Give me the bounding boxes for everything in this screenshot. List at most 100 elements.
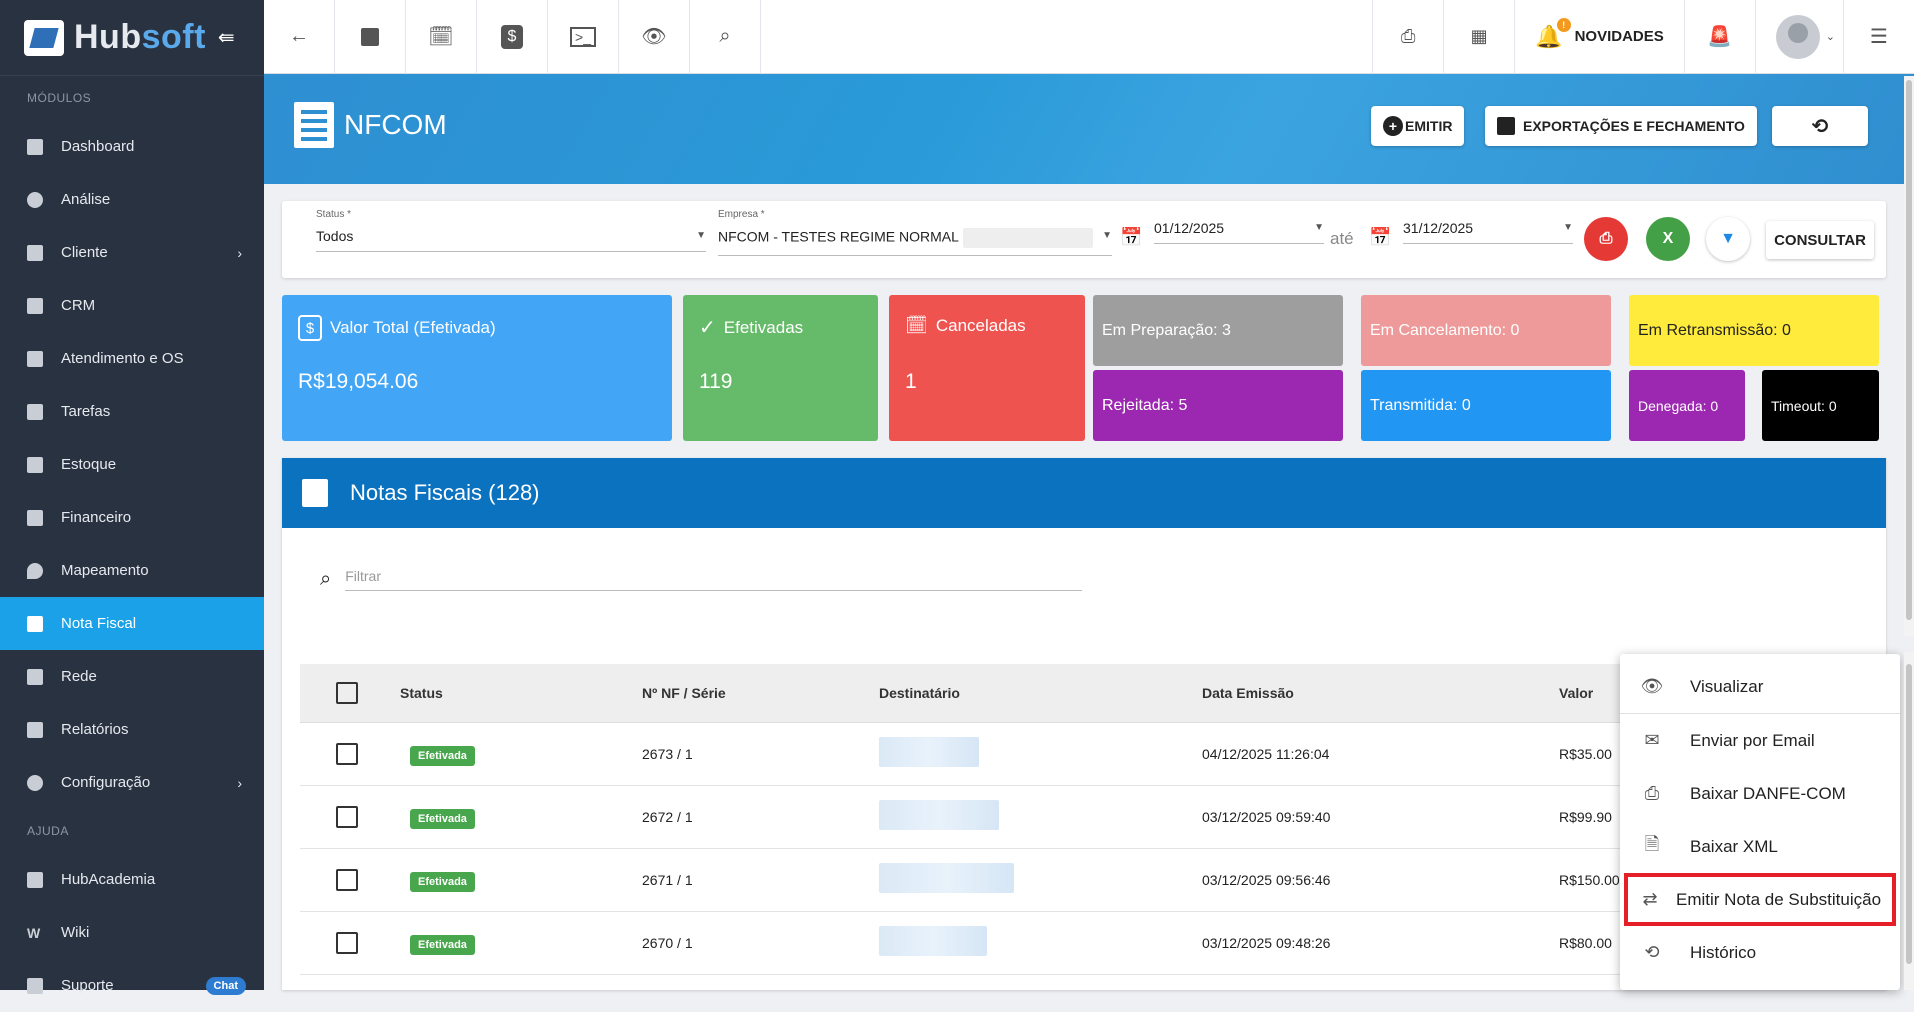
export-pdf-button[interactable]: ⎙	[1584, 217, 1628, 261]
plus-circle-icon: +	[1383, 116, 1403, 136]
back-button[interactable]: ←	[264, 0, 335, 74]
sidebar-item-financeiro[interactable]: Financeiro	[0, 491, 264, 544]
sidebar-item-analise[interactable]: Análise	[0, 173, 264, 226]
pdf-button[interactable]: ⎙	[1372, 0, 1443, 74]
terminal-button[interactable]: >_	[548, 0, 619, 74]
hubsoft-logo-icon	[24, 19, 64, 56]
table-header-row: Status Nº NF / Série Destinatário Data E…	[300, 664, 1800, 723]
row-actions-menu: 👁 Visualizar ✉ Enviar por Email ⎙ Baixar DA…	[1620, 654, 1900, 990]
nf-cell: 2671 / 1	[642, 848, 879, 912]
page-title-group: NFCOM	[294, 102, 447, 148]
section-help: AJUDA	[27, 824, 69, 838]
caret-down-icon: ▼	[696, 230, 706, 241]
export-excel-button[interactable]: X	[1646, 217, 1690, 261]
menu-item-visualizar[interactable]: 👁 Visualizar	[1620, 660, 1900, 713]
excel-icon: X	[1662, 230, 1674, 247]
row-checkbox[interactable]	[336, 868, 358, 891]
tasks-icon	[27, 403, 43, 420]
table-row[interactable]: Efetivada 2670 / 1 03/12/2025 09:48:26 R…	[300, 911, 1800, 975]
chat-badge[interactable]: Chat	[205, 976, 246, 995]
efetivadas-value: 119	[699, 370, 733, 393]
col-nf[interactable]: Nº NF / Série	[642, 664, 879, 723]
row-checkbox[interactable]	[336, 805, 358, 828]
date-to-value: 31/12/2025	[1403, 220, 1474, 236]
sidebar-item-crm[interactable]: CRM	[0, 279, 264, 332]
user-menu[interactable]: ⌄	[1754, 0, 1843, 74]
table-row[interactable]: Efetivada 2672 / 1 03/12/2025 09:59:40 R…	[300, 785, 1800, 849]
card-transmitida: Transmitida: 0	[1361, 370, 1611, 441]
sidebar-item-relatorios[interactable]: Relatórios	[0, 703, 264, 756]
table-row[interactable]: Efetivada 2673 / 1 04/12/2025 11:26:04 R…	[300, 722, 1800, 786]
sidebar-item-nota-fiscal[interactable]: Nota Fiscal	[0, 597, 264, 650]
filter-input[interactable]: Filtrar	[345, 568, 1083, 591]
menu-item-enviar-email[interactable]: ✉ Enviar por Email	[1620, 714, 1900, 767]
empresa-label: Empresa *	[718, 209, 765, 220]
sidebar-item-cliente[interactable]: Cliente ›	[0, 226, 264, 279]
search-button[interactable]: ⌕	[690, 0, 761, 74]
pdf-icon: ⎙	[1400, 26, 1416, 46]
col-status[interactable]: Status	[400, 664, 642, 723]
building-button[interactable]: ▦	[1443, 0, 1514, 74]
col-destinatario[interactable]: Destinatário	[879, 664, 1202, 723]
date-to-input[interactable]: 31/12/2025 ▼	[1403, 209, 1573, 244]
archive-icon	[1497, 117, 1515, 135]
sidebar-item-tarefas[interactable]: Tarefas	[0, 385, 264, 438]
sidebar-item-estoque[interactable]: Estoque	[0, 438, 264, 491]
ate-label: até	[1330, 229, 1354, 248]
alarm-button[interactable]: 🚨	[1683, 0, 1755, 74]
card-timeout: Timeout: 0	[1762, 370, 1879, 441]
sidebar-item-dashboard[interactable]: Dashboard	[0, 120, 264, 173]
collapse-menu-icon[interactable]: ⇚	[218, 25, 235, 50]
finance-button[interactable]: $	[477, 0, 548, 74]
row-checkbox[interactable]	[336, 931, 358, 954]
calendar-clock-icon	[27, 350, 43, 367]
sidebar-item-mapeamento[interactable]: Mapeamento	[0, 544, 264, 597]
sidebar-item-atendimento[interactable]: Atendimento e OS	[0, 332, 264, 385]
menu-item-emitir-substituicao[interactable]: ⇄ Emitir Nota de Substituição	[1624, 873, 1896, 926]
history-button[interactable]: ⟲	[1772, 106, 1868, 146]
notification-badge: !	[1556, 17, 1571, 32]
sidebar-item-suporte[interactable]: Suporte Chat	[0, 959, 264, 1012]
select-all-checkbox[interactable]	[336, 681, 358, 704]
scrollbar-thumb[interactable]	[1906, 664, 1912, 964]
filter-button[interactable]: ▼	[1706, 217, 1750, 261]
emitir-button[interactable]: + EMITIR	[1371, 106, 1465, 146]
menu-item-historico[interactable]: ⟲ Histórico	[1620, 926, 1900, 979]
schedule-button[interactable]: 🗓	[406, 0, 477, 74]
menu-item-baixar-xml[interactable]: 🗎 Baixar XML	[1620, 820, 1900, 873]
chevron-right-icon: ›	[237, 774, 242, 791]
sidebar-item-wiki[interactable]: W Wiki	[0, 906, 264, 959]
menu-button[interactable]: ☰	[1843, 0, 1914, 74]
bell-icon: 🔔!	[1535, 17, 1571, 50]
sidebar-item-rede[interactable]: Rede	[0, 650, 264, 703]
view-button[interactable]: 👁	[619, 0, 690, 74]
consultar-button[interactable]: CONSULTAR	[1766, 221, 1874, 259]
col-data[interactable]: Data Emissão	[1202, 664, 1559, 723]
history-icon: ⟲	[1811, 115, 1829, 138]
calendar-icon: 📅	[1120, 227, 1143, 247]
pie-chart-icon	[27, 191, 43, 208]
eye-icon: 👁	[641, 26, 667, 48]
status-select[interactable]: Status * Todos ▼	[316, 209, 706, 252]
topbar: ← 🗓 $ >_ 👁 ⌕ ⎙ ▦ 🔔! NOVIDADES 🚨 ⌄ ☰	[264, 0, 1914, 74]
sidebar-item-hubacademia[interactable]: HubAcademia	[0, 853, 264, 906]
dollar-icon: $	[298, 315, 322, 341]
menu-item-baixar-danfe[interactable]: ⎙ Baixar DANFE-COM	[1620, 767, 1900, 820]
status-value: Todos	[316, 228, 354, 244]
status-badge: Efetivada	[410, 808, 475, 829]
sidebar-item-configuracao[interactable]: Configuração ›	[0, 756, 264, 809]
exportacoes-button[interactable]: EXPORTAÇÕES E FECHAMENTO	[1485, 106, 1757, 146]
logo[interactable]: Hubsoft ⇚	[0, 0, 264, 76]
table-row[interactable]: Efetivada 2671 / 1 03/12/2025 09:56:46 R…	[300, 848, 1800, 912]
menu-scrollbar[interactable]	[1904, 652, 1914, 990]
page-scrollbar-thumb[interactable]	[1906, 80, 1912, 620]
novidades-button[interactable]: 🔔! NOVIDADES	[1514, 0, 1684, 74]
filters-bar: Status * Todos ▼ Empresa * NFCOM - TESTES…	[282, 201, 1886, 278]
date-from-input[interactable]: 01/12/2025 ▼	[1154, 209, 1324, 244]
card-efetivadas: ✓ Efetivadas 119	[683, 295, 878, 441]
page-scrollbar[interactable]	[1904, 76, 1914, 636]
contacts-button[interactable]	[335, 0, 406, 74]
empresa-select[interactable]: Empresa * NFCOM - TESTES REGIME NORMAL ▼	[718, 209, 1112, 256]
row-checkbox[interactable]	[336, 742, 358, 765]
status-badge: Efetivada	[410, 934, 475, 955]
